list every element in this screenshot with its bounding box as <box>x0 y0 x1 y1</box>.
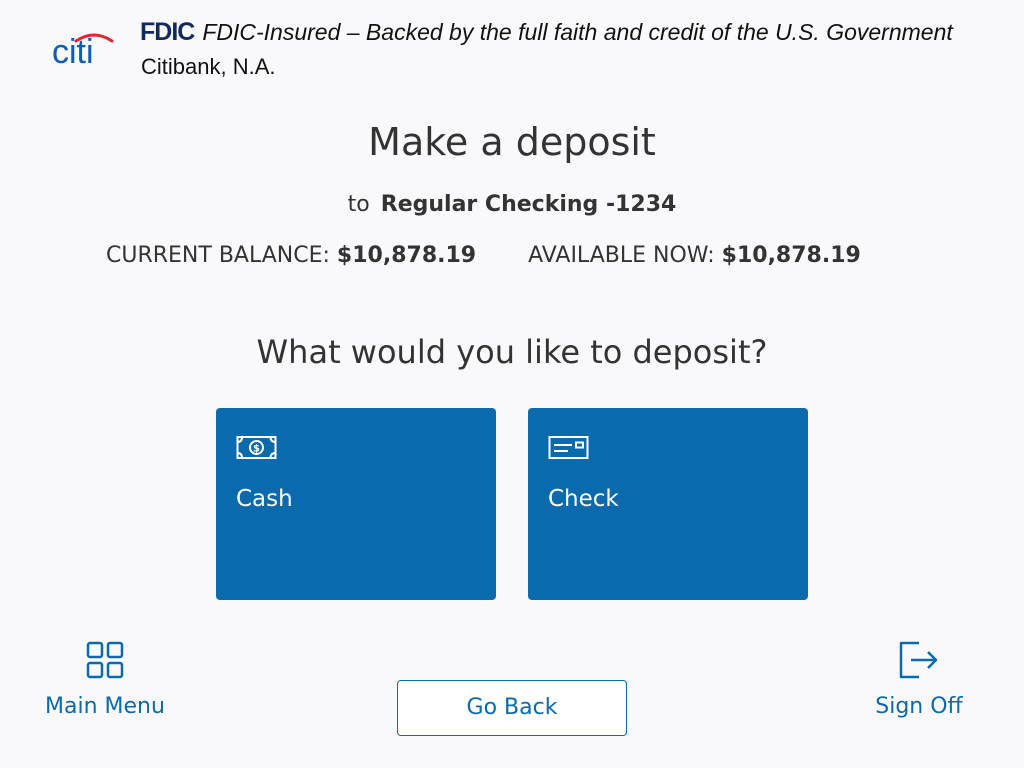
current-balance-label: CURRENT BALANCE: <box>106 243 330 268</box>
sign-off-button[interactable]: Sign Off <box>860 640 978 719</box>
svg-text:$: $ <box>253 444 260 455</box>
account-name: Regular Checking -1234 <box>380 192 677 217</box>
check-button[interactable]: Check <box>528 408 808 600</box>
cash-icon: $ <box>236 434 278 462</box>
sign-off-label: Sign Off <box>875 694 963 719</box>
header: citi FDIC FDIC-Insured – Backed by the fu… <box>0 0 1024 90</box>
go-back-button[interactable]: Go Back <box>397 680 627 736</box>
balances: CURRENT BALANCE: $10,878.19 AVAILABLE NO… <box>106 243 861 268</box>
available-now-label: AVAILABLE NOW: <box>528 243 715 268</box>
fdic-notice: FDIC FDIC-Insured – Backed by the full fa… <box>140 18 953 47</box>
cash-label: Cash <box>236 486 293 512</box>
to-prefix: to <box>347 192 370 217</box>
cash-button[interactable]: $ Cash <box>216 408 496 600</box>
account-line: to Regular Checking -1234 <box>0 192 1024 217</box>
main-menu-button[interactable]: Main Menu <box>30 640 180 719</box>
exit-icon <box>897 640 941 680</box>
fdic-text: FDIC-Insured – Backed by the full faith … <box>202 19 953 45</box>
check-label: Check <box>548 486 619 512</box>
check-icon <box>548 434 590 462</box>
grid-icon <box>85 640 125 680</box>
citi-logo: citi <box>52 28 122 71</box>
current-balance-value: $10,878.19 <box>336 243 477 268</box>
svg-text:citi: citi <box>52 33 94 68</box>
deposit-prompt: What would you like to deposit? <box>256 333 768 371</box>
available-now-value: $10,878.19 <box>721 243 861 268</box>
bank-name: Citibank, N.A. <box>141 54 276 79</box>
main-menu-label: Main Menu <box>45 694 165 719</box>
fdic-mark: FDIC <box>140 18 195 46</box>
page-title: Make a deposit <box>368 120 656 164</box>
